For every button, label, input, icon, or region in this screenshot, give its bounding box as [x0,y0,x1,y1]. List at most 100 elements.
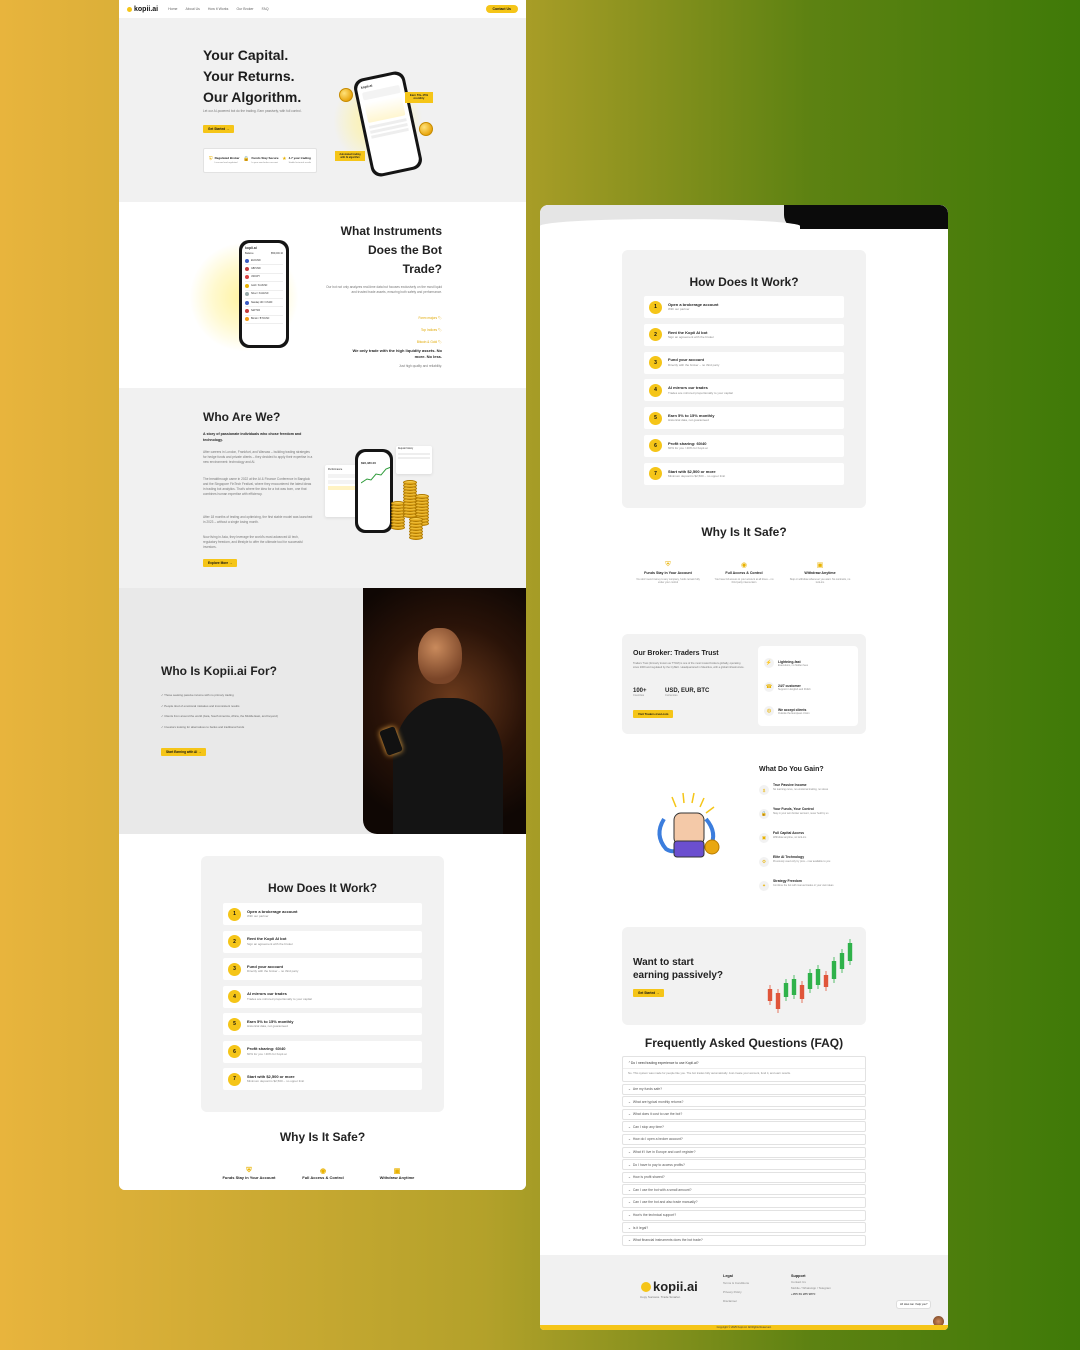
safe-item-desc: You have full access to your account at … [714,577,774,585]
how-card-right: How Does It Work? 1 Open a brokerage acco… [622,250,866,508]
footer-legal: Legal Terms & Conditions Privacy Policy Dis… [723,1273,749,1306]
chevron-down-icon: ⌄ [628,1187,631,1192]
candle-body [791,979,797,995]
visit-broker-button[interactable]: Visit Traders-trust.com [633,710,674,718]
faq-item[interactable]: ⌄ What financial instruments does the bot… [622,1234,866,1246]
audience-section: Who Is Kopii.ai For? ✓ Those seeking pas… [119,588,526,834]
cta-card: Want to start earning passively? Get Star… [622,927,866,1025]
safe-item: ▣ Withdraw Anytime [367,1167,427,1180]
footer-logo[interactable]: kopii.ai [641,1279,698,1294]
landing-page-right: How Does It Work? 1 Open a brokerage acco… [540,205,948,1330]
how-title-right: How Does It Work? [689,275,799,289]
nav-link-broker[interactable]: Our Broker [236,7,253,11]
wallet-icon: ▣ [816,562,824,569]
step-item: 5 Earn 5% to 15% monthly Historical data, … [644,407,844,430]
nav-link-faq[interactable]: FAQ [262,7,269,11]
step-subtitle: Directly with the broker – no third part… [247,969,299,974]
faq-item[interactable]: ⌄ How's the technical support? [622,1209,866,1221]
faq-item-open[interactable]: ⌃ Do I need trading experience to use Ko… [622,1056,866,1082]
chat-bubble[interactable]: Hi! How can I help you? [896,1300,932,1309]
step-subtitle: Sign an agreement with the broker [247,941,293,946]
hero-subtext: Let our AI-powered bot do the trading. E… [203,109,302,113]
faq-item[interactable]: ⌄ How do I open a broker account? [622,1133,866,1145]
audience-item: ✓ Those seeking passive income with no p… [161,693,234,697]
instruments-desc: Our bot not only analyzes real-time data… [326,285,442,294]
faq-title: Frequently Asked Questions (FAQ) [644,1036,844,1050]
instruments-section: kopii.ai Balance $50,000.10 EURUSD GBPUSD U… [119,202,526,388]
candle-body [799,985,805,999]
faq-item[interactable]: ⌄ Can I stop any time? [622,1121,866,1133]
chevron-down-icon: ⌄ [628,1225,631,1230]
tag-crypto-gold: Bitcoin & Gold 🏷 [416,340,442,344]
chevron-down-icon: ⌄ [628,1238,631,1243]
top-dark-corner [784,205,948,229]
faq-item[interactable]: ⌄ Are my funds safe? [622,1083,866,1095]
cta-get-started-button[interactable]: Get Started → [633,989,665,997]
shield-icon: ⛨ [208,156,213,163]
tag-indices: Top Indices 🏷 [420,328,442,332]
gain-item: ▣ Full Capital Access Withdraw anytime, no… [759,831,849,855]
step-number: 4 [649,383,662,397]
about-section: Who Are We? A story of passionate indivi… [119,388,526,588]
contact-button[interactable]: Contact Us [485,5,518,13]
step-number: 4 [228,990,241,1003]
broker-feature: ◍ We accept clients Outside the European U… [764,699,852,723]
asset-flag-icon [245,258,249,263]
faq-list: ⌃ Do I need trading experience to use Ko… [622,1056,866,1247]
automated-badge: Automated trading with AI algorithm [335,151,365,161]
step-subtitle: Directly with the broker – no third part… [668,362,720,367]
how-title-left: How Does It Work? [267,881,378,895]
eye-icon: ◉ [740,562,748,569]
step-item: 5 Earn 5% to 15% monthly Historical data, … [223,1013,422,1035]
footer-phone[interactable]: +355 69 285 9870 [791,1291,831,1297]
nav-link-about[interactable]: About Us [185,7,199,11]
asset-row: S&P 500 [245,307,283,316]
how-section-left: How Does It Work? 1 Open a brokerage acco… [119,834,526,1190]
headset-icon: ☎ [764,682,774,692]
step-number: 5 [228,1017,241,1031]
coin-icon [415,494,429,499]
face-shape [418,628,462,684]
tag-icon: 🏷 [437,340,442,344]
nav-link-home[interactable]: Home [168,7,177,11]
broker-card: Our Broker: Traders Trust Traders Trust … [622,634,866,734]
about-p4: Now living in Asia, they leverage the wo… [203,535,303,549]
footer-link[interactable]: Disclaimer [723,1297,749,1306]
faq-item[interactable]: ⌄ Do I have to pay to access profits? [622,1159,866,1171]
broker-desc: Traders Trust (formerly known as TTCM) i… [633,662,745,669]
step-subtitle: Minimum deposit is $2,500 – no upper lim… [247,1079,305,1084]
footer-link[interactable]: Terms & Conditions [723,1279,749,1288]
hero-features: ⛨ Regulated Broker Licensed and regulated … [203,148,317,173]
nav-link-how[interactable]: How it Works [208,7,229,11]
faq-item[interactable]: ⌄ Can I use the bot with a small amount? [622,1184,866,1196]
step-subtitle: 60% for you / 40% for Kopii.ai [247,1051,287,1056]
faq-item[interactable]: ⌄ What if I live in Europe and can't regi… [622,1146,866,1158]
footer: kopii.ai Copy Success. Trade Smarter. Le… [540,1255,948,1327]
step-item: 7 Start with $2,500 or more Minimum deposi… [644,462,844,485]
get-started-button[interactable]: Get Started → [203,125,235,133]
faq-item[interactable]: ⌄ What are typical monthly returns? [622,1096,866,1108]
safe-item: ◉ Full Access & Control [293,1167,353,1180]
asset-flag-icon [245,283,249,288]
feature-history: ★ 4.7 year trading Stable historical resul… [282,156,312,164]
asset-row: Nasdaq 100 / US100 [245,299,283,308]
about-p1: After careers in London, Frankfurt, and … [203,450,313,464]
candle-body [775,993,781,1009]
footer-link[interactable]: Privacy Policy [723,1288,749,1297]
start-earning-button[interactable]: Start Earning with AI → [161,748,207,756]
asset-row: GBPUSD [245,265,283,274]
faq-item[interactable]: ⌄ Is it legal? [622,1222,866,1234]
coin-icon [419,122,433,136]
lock-icon: 🔒 [243,156,250,163]
faq-item[interactable]: ⌄ How is profit shared? [622,1171,866,1183]
explore-more-button[interactable]: Explore More → [203,559,238,567]
asset-row: USDJPY [245,274,283,283]
hero-section: Your Capital. Your Returns. Our Algorith… [119,18,526,202]
faq-item[interactable]: ⌄ Can I use the bot and also trade manual… [622,1196,866,1208]
chevron-down-icon: ⌄ [628,1150,631,1155]
brand-logo[interactable]: kopii.ai [127,6,158,13]
faq-item[interactable]: ⌄ What does it cost to use the bot? [622,1108,866,1120]
candle-body [839,953,845,969]
feature-regulated: ⛨ Regulated Broker Licensed and regulated [208,156,240,164]
asset-tags: Forex majors 🏷 Top Indices 🏷 Bitcoin & G… [417,312,442,348]
